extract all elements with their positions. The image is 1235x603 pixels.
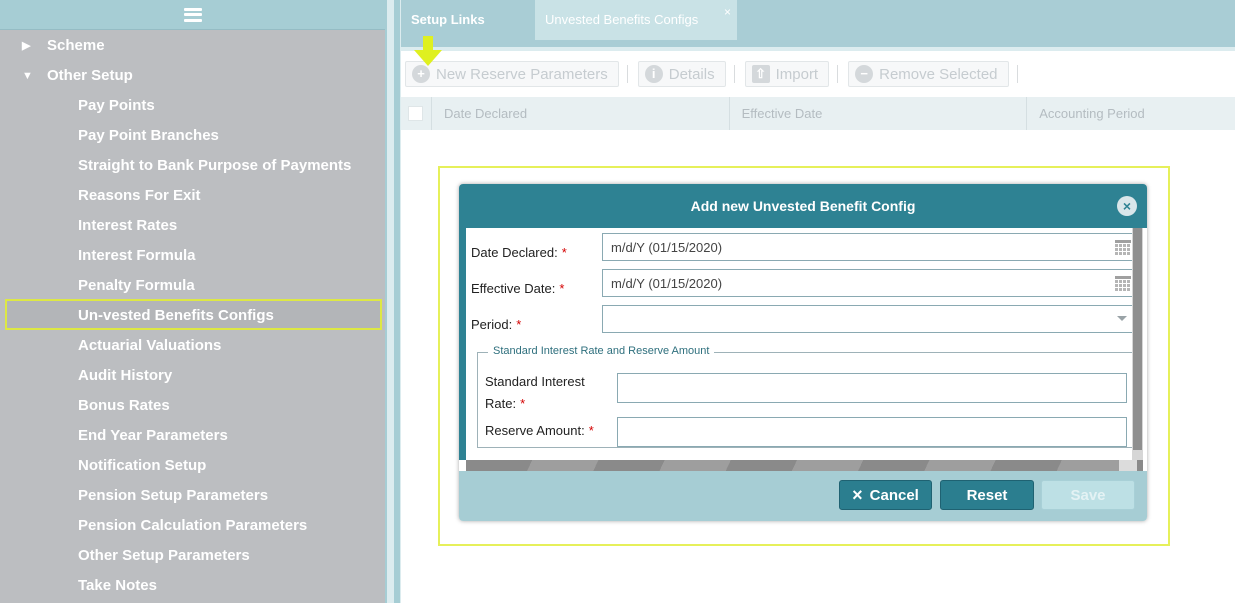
pointer-arrow-icon xyxy=(414,36,442,66)
reset-button[interactable]: Reset xyxy=(940,480,1034,510)
import-button[interactable]: ⇧ Import xyxy=(744,61,830,87)
column-effective-date[interactable]: Effective Date xyxy=(730,97,1028,130)
reserve-amount-label: Reserve Amount: * xyxy=(485,423,594,438)
fieldset-legend: Standard Interest Rate and Reserve Amoun… xyxy=(488,345,715,357)
sidebar-item-interest-formula[interactable]: Interest Formula xyxy=(78,242,196,270)
field-label: Standard Interest xyxy=(485,374,585,389)
reserve-amount-input[interactable] xyxy=(617,417,1127,447)
toolbar: + New Reserve Parameters i Details ⇧ Imp… xyxy=(405,57,1028,91)
hamburger-menu-icon[interactable] xyxy=(183,7,202,22)
dialog-title: Add new Unvested Benefit Config xyxy=(690,198,916,214)
button-label: Import xyxy=(775,65,819,83)
button-label: Details xyxy=(668,65,715,83)
tab-label: Unvested Benefits Configs xyxy=(545,12,699,27)
splitter[interactable] xyxy=(385,0,401,603)
field-label: Effective Date: xyxy=(471,280,556,296)
calendar-icon[interactable] xyxy=(1115,240,1131,255)
close-icon: × xyxy=(852,484,863,505)
field-label: Reserve Amount: xyxy=(485,423,585,438)
sidebar-item-penalty-formula[interactable]: Penalty Formula xyxy=(78,272,195,300)
date-declared-input[interactable]: m/d/Y (01/15/2020) xyxy=(602,233,1134,261)
dialog-header: Add new Unvested Benefit Config × xyxy=(459,184,1147,228)
required-mark: * xyxy=(559,280,565,296)
upload-icon: ⇧ xyxy=(751,65,770,83)
info-icon: i xyxy=(644,65,663,83)
sidebar-item-other-setup-parameters[interactable]: Other Setup Parameters xyxy=(78,542,250,570)
toolbar-separator xyxy=(1016,65,1018,83)
sidebar-group-label: Scheme xyxy=(47,37,105,54)
sidebar-item-actuarial-valuations[interactable]: Actuarial Valuations xyxy=(78,332,221,360)
required-mark: * xyxy=(516,316,522,332)
close-icon[interactable]: × xyxy=(1117,196,1137,216)
dialog-vertical-scrollbar[interactable] xyxy=(1132,228,1143,460)
caret-down-icon: ▼ xyxy=(22,70,33,82)
toolbar-separator xyxy=(733,65,735,83)
sidebar-item-straight-to-bank[interactable]: Straight to Bank Purpose of Payments xyxy=(78,152,351,180)
button-label: New Reserve Parameters xyxy=(436,65,608,83)
remove-selected-button[interactable]: − Remove Selected xyxy=(848,61,1009,87)
field-label: Date Declared: xyxy=(471,244,558,260)
column-accounting-period[interactable]: Accounting Period xyxy=(1027,97,1235,130)
dialog-body: Date Declared: * m/d/Y (01/15/2020) Effe… xyxy=(459,228,1143,460)
sidebar-item-notification-setup[interactable]: Notification Setup xyxy=(78,452,206,480)
details-button[interactable]: i Details xyxy=(637,61,726,87)
remove-icon: − xyxy=(855,65,874,83)
sidebar-group-scheme[interactable]: ▶ Scheme xyxy=(22,32,105,60)
interest-reserve-fieldset: Standard Interest Rate and Reserve Amoun… xyxy=(477,345,1137,448)
calendar-icon[interactable] xyxy=(1115,276,1131,291)
tab-close-icon[interactable]: × xyxy=(724,0,731,32)
dialog-horizontal-scrollbar[interactable] xyxy=(466,460,1143,471)
field-label: Rate: xyxy=(485,396,517,411)
sidebar-item-unvested-benefits-configs[interactable]: Un-vested Benefits Configs xyxy=(78,302,274,330)
sidebar-item-take-notes[interactable]: Take Notes xyxy=(78,572,157,600)
save-button[interactable]: Save xyxy=(1041,480,1135,510)
sidebar-item-interest-rates[interactable]: Interest Rates xyxy=(78,212,177,240)
date-placeholder: m/d/Y (01/15/2020) xyxy=(611,239,723,255)
tab-underline xyxy=(401,40,1235,47)
tab-setup-links[interactable]: Setup Links xyxy=(401,0,533,40)
select-all-checkbox[interactable] xyxy=(401,97,432,130)
column-date-declared[interactable]: Date Declared xyxy=(432,97,730,130)
sidebar-item-pension-calculation-parameters[interactable]: Pension Calculation Parameters xyxy=(78,512,307,540)
cancel-button[interactable]: × Cancel xyxy=(839,480,932,510)
standard-interest-rate-label: Standard Interest Rate: * xyxy=(485,371,585,415)
date-placeholder: m/d/Y (01/15/2020) xyxy=(611,275,723,291)
dialog-footer: × Cancel Reset Save xyxy=(459,471,1147,521)
required-mark: * xyxy=(561,244,567,260)
button-label: Remove Selected xyxy=(879,65,998,83)
tab-label: Setup Links xyxy=(411,12,485,27)
period-select[interactable] xyxy=(602,305,1134,333)
effective-date-label: Effective Date: * xyxy=(471,274,564,302)
required-mark: * xyxy=(520,396,526,411)
toolbar-separator xyxy=(837,65,839,83)
sidebar-group-label: Other Setup xyxy=(47,67,133,84)
sidebar-item-end-year-parameters[interactable]: End Year Parameters xyxy=(78,422,228,450)
period-label: Period: * xyxy=(471,310,521,338)
sidebar-header xyxy=(0,0,385,30)
sidebar-item-pay-points[interactable]: Pay Points xyxy=(78,92,155,120)
sidebar-item-audit-history[interactable]: Audit History xyxy=(78,362,172,390)
button-label: Cancel xyxy=(869,486,919,504)
field-label: Period: xyxy=(471,316,513,332)
tab-bar: Setup Links Unvested Benefits Configs × xyxy=(401,0,1235,40)
sidebar-group-other-setup[interactable]: ▼ Other Setup xyxy=(22,62,133,90)
sidebar-item-pay-point-branches[interactable]: Pay Point Branches xyxy=(78,122,219,150)
required-mark: * xyxy=(588,423,594,438)
sidebar-item-bonus-rates[interactable]: Bonus Rates xyxy=(78,392,170,420)
add-unvested-benefit-config-dialog: Add new Unvested Benefit Config × Date D… xyxy=(459,184,1147,521)
caret-right-icon: ▶ xyxy=(22,40,31,52)
date-declared-label: Date Declared: * xyxy=(471,238,567,266)
toolbar-separator xyxy=(626,65,628,83)
button-label: Save xyxy=(1070,486,1106,504)
button-label: Reset xyxy=(966,486,1008,504)
sidebar: ▶ Scheme ▼ Other Setup Pay Points Pay Po… xyxy=(0,0,385,603)
grid-header: Date Declared Effective Date Accounting … xyxy=(401,97,1235,130)
tab-unvested-benefits-configs[interactable]: Unvested Benefits Configs × xyxy=(535,0,737,40)
effective-date-input[interactable]: m/d/Y (01/15/2020) xyxy=(602,269,1134,297)
standard-interest-rate-input[interactable] xyxy=(617,373,1127,403)
tab-underline-light xyxy=(401,47,1235,51)
sidebar-item-reasons-for-exit[interactable]: Reasons For Exit xyxy=(78,182,201,210)
chevron-down-icon xyxy=(1117,316,1127,321)
sidebar-item-pension-setup-parameters[interactable]: Pension Setup Parameters xyxy=(78,482,268,510)
